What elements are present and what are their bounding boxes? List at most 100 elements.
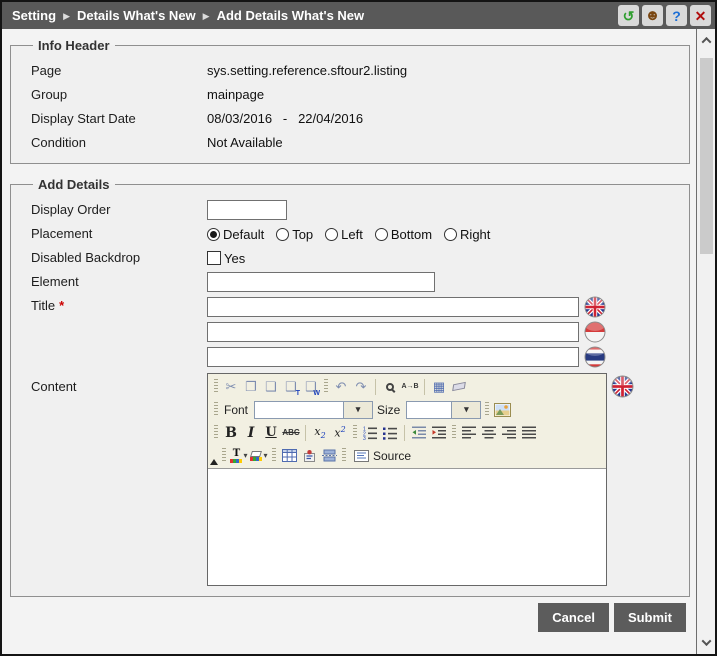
replace-icon[interactable]: A→B	[401, 378, 419, 396]
close-button[interactable]: ✕	[690, 5, 711, 26]
thailand-flag-icon[interactable]	[584, 346, 606, 368]
chevron-up-icon	[701, 36, 711, 47]
page-break-icon[interactable]	[320, 447, 338, 465]
toolbar-grip-icon	[214, 425, 218, 440]
bold-icon[interactable]: B	[222, 424, 240, 442]
chevron-down-icon[interactable]: ▾	[451, 401, 481, 418]
title-input-indonesian[interactable]	[207, 322, 579, 342]
cancel-button[interactable]: Cancel	[538, 602, 609, 632]
toolbar-collapse-icon[interactable]	[210, 459, 218, 465]
title-row-indonesian	[207, 321, 606, 343]
placement-radio-default[interactable]: Default	[207, 227, 264, 242]
scrollbar-track[interactable]	[699, 48, 714, 635]
dialog-window: Setting ▶ Details What's New ▶ Add Detai…	[0, 0, 717, 656]
disabled-backdrop-checkbox[interactable]: Yes	[207, 251, 245, 266]
placement-radio-left[interactable]: Left	[325, 227, 363, 242]
font-dropdown[interactable]: ▾	[254, 400, 374, 419]
info-header-fieldset: Info Header Page sys.setting.reference.s…	[10, 38, 690, 164]
select-all-icon[interactable]: ▦	[430, 378, 448, 396]
disabled-backdrop-yes-label: Yes	[224, 250, 246, 266]
cut-icon[interactable]: ✂	[222, 378, 240, 396]
vertical-scrollbar[interactable]	[696, 29, 715, 654]
scrollbar-thumb[interactable]	[699, 58, 713, 254]
info-row-group: Group mainpage	[25, 85, 681, 105]
content-label: Content	[31, 379, 77, 394]
title-input-english[interactable]	[207, 297, 579, 317]
remove-format-icon[interactable]	[450, 378, 468, 396]
add-details-legend: Add Details	[38, 177, 110, 192]
info-row-page: Page sys.setting.reference.sftour2.listi…	[25, 61, 681, 81]
strikethrough-icon[interactable]: ABC	[282, 424, 300, 442]
redo-icon[interactable]: ↷	[352, 378, 370, 396]
bulleted-list-icon[interactable]	[381, 424, 399, 442]
subscript-icon[interactable]: x2	[311, 424, 329, 442]
title-input-thai[interactable]	[207, 347, 579, 367]
display-order-input[interactable]	[207, 200, 287, 220]
align-center-icon[interactable]	[480, 424, 498, 442]
font-dropdown-value	[255, 402, 343, 418]
editor-body[interactable]	[208, 469, 606, 585]
element-input[interactable]	[207, 272, 435, 292]
numbered-list-icon[interactable]: 1 2 3	[361, 424, 379, 442]
indonesia-flag-icon[interactable]	[584, 321, 606, 343]
disabled-backdrop-label: Disabled Backdrop	[31, 250, 141, 265]
align-right-icon[interactable]	[500, 424, 518, 442]
increase-indent-icon[interactable]	[430, 424, 448, 442]
toolbar-grip-icon	[342, 448, 346, 463]
uk-flag-icon[interactable]	[584, 296, 606, 318]
copy-icon[interactable]: ❐	[242, 378, 260, 396]
chevron-down-icon	[701, 636, 711, 647]
insert-table-icon[interactable]	[280, 447, 298, 465]
scroll-down-button[interactable]	[699, 635, 714, 650]
superscript-icon[interactable]: x2	[331, 424, 349, 442]
align-left-icon[interactable]	[460, 424, 478, 442]
text-color-icon[interactable]: T ▾	[230, 447, 248, 465]
paste-from-word-icon[interactable]: ❑ W	[302, 378, 320, 397]
paste-icon[interactable]: ❑	[262, 378, 280, 396]
paste-plain-text-icon[interactable]: ❑ T	[282, 378, 300, 397]
info-header-legend: Info Header	[38, 38, 110, 53]
breadcrumb-details-whats-new[interactable]: Details What's New	[77, 8, 196, 23]
placement-top-label: Top	[292, 226, 314, 242]
placement-radio-top[interactable]: Top	[276, 227, 313, 242]
toolbar-row-1: ✂ ❐ ❑ ❑ T ❑ W ↶ ↷ A→B ▦	[210, 375, 604, 398]
toolbar-row-2: Font ▾ Size ▾	[210, 398, 604, 421]
size-dropdown[interactable]: ▾	[406, 400, 482, 419]
submit-button[interactable]: Submit	[613, 602, 686, 632]
insert-image-icon[interactable]	[493, 401, 511, 419]
placement-default-label: Default	[223, 226, 265, 242]
refresh-button[interactable]: ↺	[618, 5, 639, 26]
align-justify-icon[interactable]	[520, 424, 538, 442]
editor-toolbar: ✂ ❐ ❑ ❑ T ❑ W ↶ ↷ A→B ▦ Font ▾ Size ▾ B …	[208, 374, 606, 469]
placement-bottom-label: Bottom	[390, 226, 433, 242]
placement-radio-right[interactable]: Right	[444, 227, 490, 242]
radio-icon	[276, 227, 290, 241]
breadcrumb-setting[interactable]: Setting	[12, 8, 56, 23]
insert-special-icon[interactable]	[300, 447, 318, 465]
chevron-down-icon[interactable]: ▾	[343, 401, 373, 418]
session-button[interactable]: ☻	[642, 5, 663, 26]
toolbar-grip-icon	[272, 448, 276, 463]
condition-value: Not Available	[207, 135, 283, 150]
help-icon: ?	[672, 7, 681, 24]
italic-icon[interactable]: I	[242, 424, 260, 442]
placement-right-label: Right	[460, 226, 491, 242]
find-icon[interactable]	[381, 378, 399, 396]
help-button[interactable]: ?	[666, 5, 687, 26]
toolbar-separator	[375, 378, 376, 395]
decrease-indent-icon[interactable]	[410, 424, 428, 442]
undo-icon[interactable]: ↶	[332, 378, 350, 396]
row-title: Title *	[25, 296, 681, 368]
toolbar-row-4: T ▾ ▾ Source	[210, 444, 604, 467]
placement-radio-bottom[interactable]: Bottom	[374, 226, 433, 242]
scroll-up-button[interactable]	[699, 33, 714, 48]
dialog-footer: Cancel Submit	[10, 597, 690, 643]
breadcrumb-separator-icon: ▶	[63, 10, 70, 21]
underline-icon[interactable]: U	[262, 424, 280, 442]
source-button[interactable]: Source	[350, 447, 415, 465]
uk-flag-icon[interactable]	[611, 375, 634, 398]
svg-text:3: 3	[363, 436, 366, 440]
display-start-date-label: Display Start Date	[31, 111, 136, 126]
background-color-icon[interactable]: ▾	[250, 447, 268, 465]
size-dropdown-value	[407, 402, 451, 418]
